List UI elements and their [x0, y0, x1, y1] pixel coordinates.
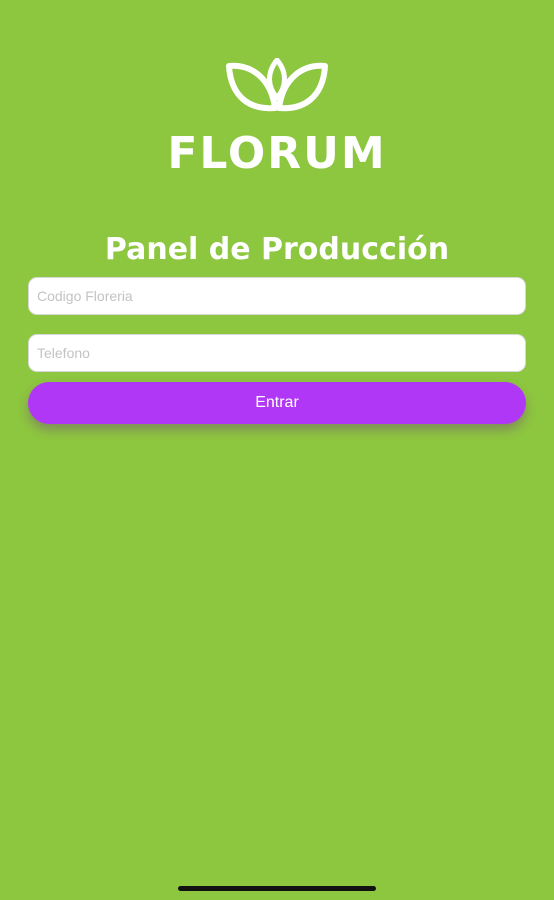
login-screen: FLORUM Panel de Producción Entrar [0, 0, 554, 900]
brand-wordmark: FLORUM [167, 128, 387, 179]
phone-input[interactable] [28, 334, 526, 372]
lotus-leaves-icon [226, 58, 328, 112]
florist-code-input[interactable] [28, 277, 526, 315]
home-indicator [178, 886, 376, 891]
enter-button[interactable]: Entrar [28, 382, 526, 424]
page-title: Panel de Producción [104, 232, 450, 267]
brand-logo: FLORUM [0, 58, 554, 178]
